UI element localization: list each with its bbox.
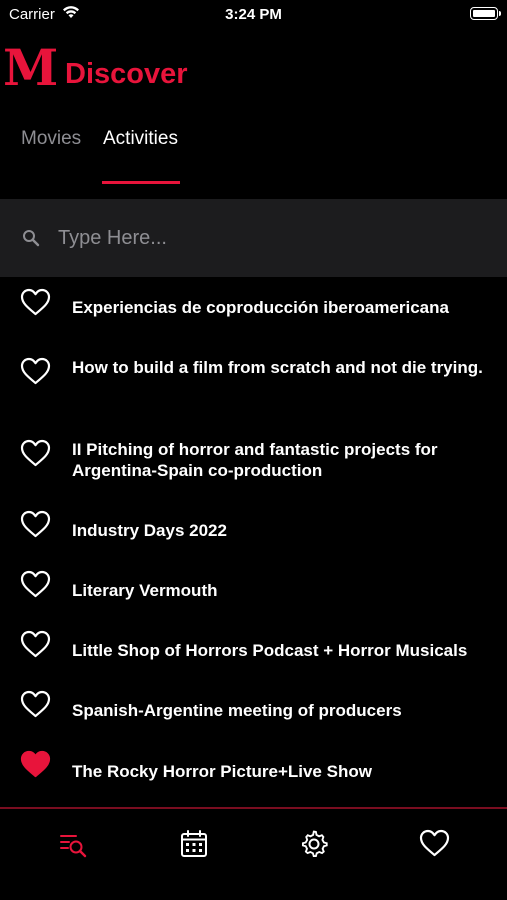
battery-icon (470, 7, 501, 20)
search-icon (22, 229, 40, 252)
search-input[interactable] (58, 221, 478, 255)
gear-icon[interactable] (299, 829, 329, 859)
list-item[interactable]: Little Shop of Horrors Podcast + Horror … (0, 619, 507, 679)
page-title: Discover (65, 58, 188, 90)
list-item[interactable]: Spanish-Argentine meeting of producers (0, 679, 507, 739)
activity-title: How to build a film from scratch and not… (72, 358, 483, 377)
bottom-tab-bar (0, 809, 507, 900)
app-logo: M (3, 38, 59, 97)
activity-title: Spanish-Argentine meeting of producers (72, 701, 402, 720)
calendar-icon[interactable] (179, 829, 209, 859)
list-item[interactable]: How to build a film from scratch and not… (0, 335, 507, 417)
search-list-icon[interactable] (58, 829, 88, 859)
activity-title: Little Shop of Horrors Podcast + Horror … (72, 641, 468, 660)
list-item[interactable]: Experiencias de coproducción iberoameric… (0, 277, 507, 335)
activity-title: II Pitching of horror and fantastic proj… (72, 440, 438, 480)
list-item[interactable]: Literary Vermouth (0, 559, 507, 619)
heart-filled-icon[interactable] (20, 750, 51, 778)
segment-tabs: Movies Activities (0, 118, 507, 188)
heart-outline-icon[interactable] (20, 690, 51, 718)
activity-title: Experiencias de coproducción iberoameric… (72, 298, 449, 317)
heart-outline-icon[interactable] (20, 439, 51, 467)
heart-outline-icon[interactable] (20, 630, 51, 658)
clock: 3:24 PM (225, 6, 282, 23)
tab-activities[interactable]: Activities (103, 128, 178, 150)
active-tab-indicator (102, 181, 180, 184)
activity-title: The Rocky Horror Picture+Live Show (72, 762, 372, 781)
heart-outline-icon[interactable] (20, 288, 51, 316)
activity-title: Literary Vermouth (72, 581, 218, 600)
header: M Discover (0, 38, 507, 100)
search-bar (0, 199, 507, 277)
list-item[interactable]: The Rocky Horror Picture+Live Show (0, 739, 507, 799)
activity-title: Industry Days 2022 (72, 521, 227, 540)
heart-outline-icon[interactable] (20, 357, 51, 385)
heart-outline-icon[interactable] (20, 510, 51, 538)
status-bar: Carrier 3:24 PM (0, 0, 507, 30)
list-item[interactable]: II Pitching of horror and fantastic proj… (0, 417, 507, 499)
heart-icon[interactable] (419, 829, 450, 859)
list-item[interactable]: Industry Days 2022 (0, 499, 507, 559)
heart-outline-icon[interactable] (20, 570, 51, 598)
tab-movies[interactable]: Movies (21, 128, 81, 150)
